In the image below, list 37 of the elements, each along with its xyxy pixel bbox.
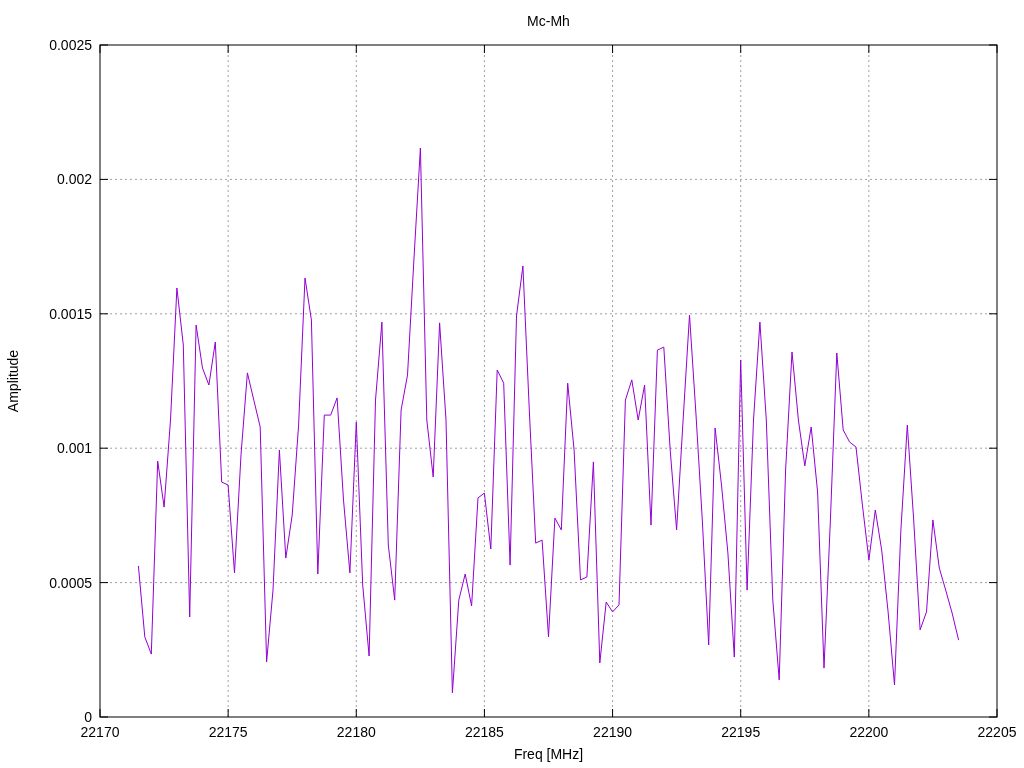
tick-mark [868,708,870,718]
tick-label: 0 [84,709,92,725]
tick-label: 22185 [464,724,504,740]
tick-label: 0.002 [56,171,92,188]
axis-label: Freq [MHz] [513,746,584,762]
tick-label: 0.0005 [49,574,92,591]
tick-mark [99,178,109,180]
tick-mark [988,178,998,180]
tick-mark [355,44,357,54]
tick-label: 22190 [593,724,633,740]
tick-mark [740,708,742,718]
axis-label: Amplitude [5,349,21,413]
chart-title: Mc-Mh [527,13,570,29]
tick-mark [483,708,485,718]
tick-label: 22195 [721,724,761,740]
tick-mark [355,708,357,718]
tick-mark [988,582,998,584]
tick-mark [988,447,998,449]
tick-label: 22175 [208,724,248,740]
tick-label: 0.0025 [49,37,92,53]
tick-mark [227,44,229,54]
tick-label: 22205 [977,724,1017,740]
tick-label: 0.0015 [49,305,92,322]
tick-mark [612,44,614,54]
tick-label: 22200 [849,724,889,740]
tick-mark [988,313,998,315]
tick-mark [99,582,109,584]
tick-mark [99,313,109,315]
tick-mark [483,44,485,54]
tick-label: 22170 [80,724,120,740]
tick-label: 0.001 [56,440,92,457]
tick-mark [868,44,870,54]
tick-label: 22180 [336,724,376,740]
tick-mark [612,708,614,718]
tick-mark [99,447,109,449]
tick-mark [740,44,742,54]
tick-mark [227,708,229,718]
